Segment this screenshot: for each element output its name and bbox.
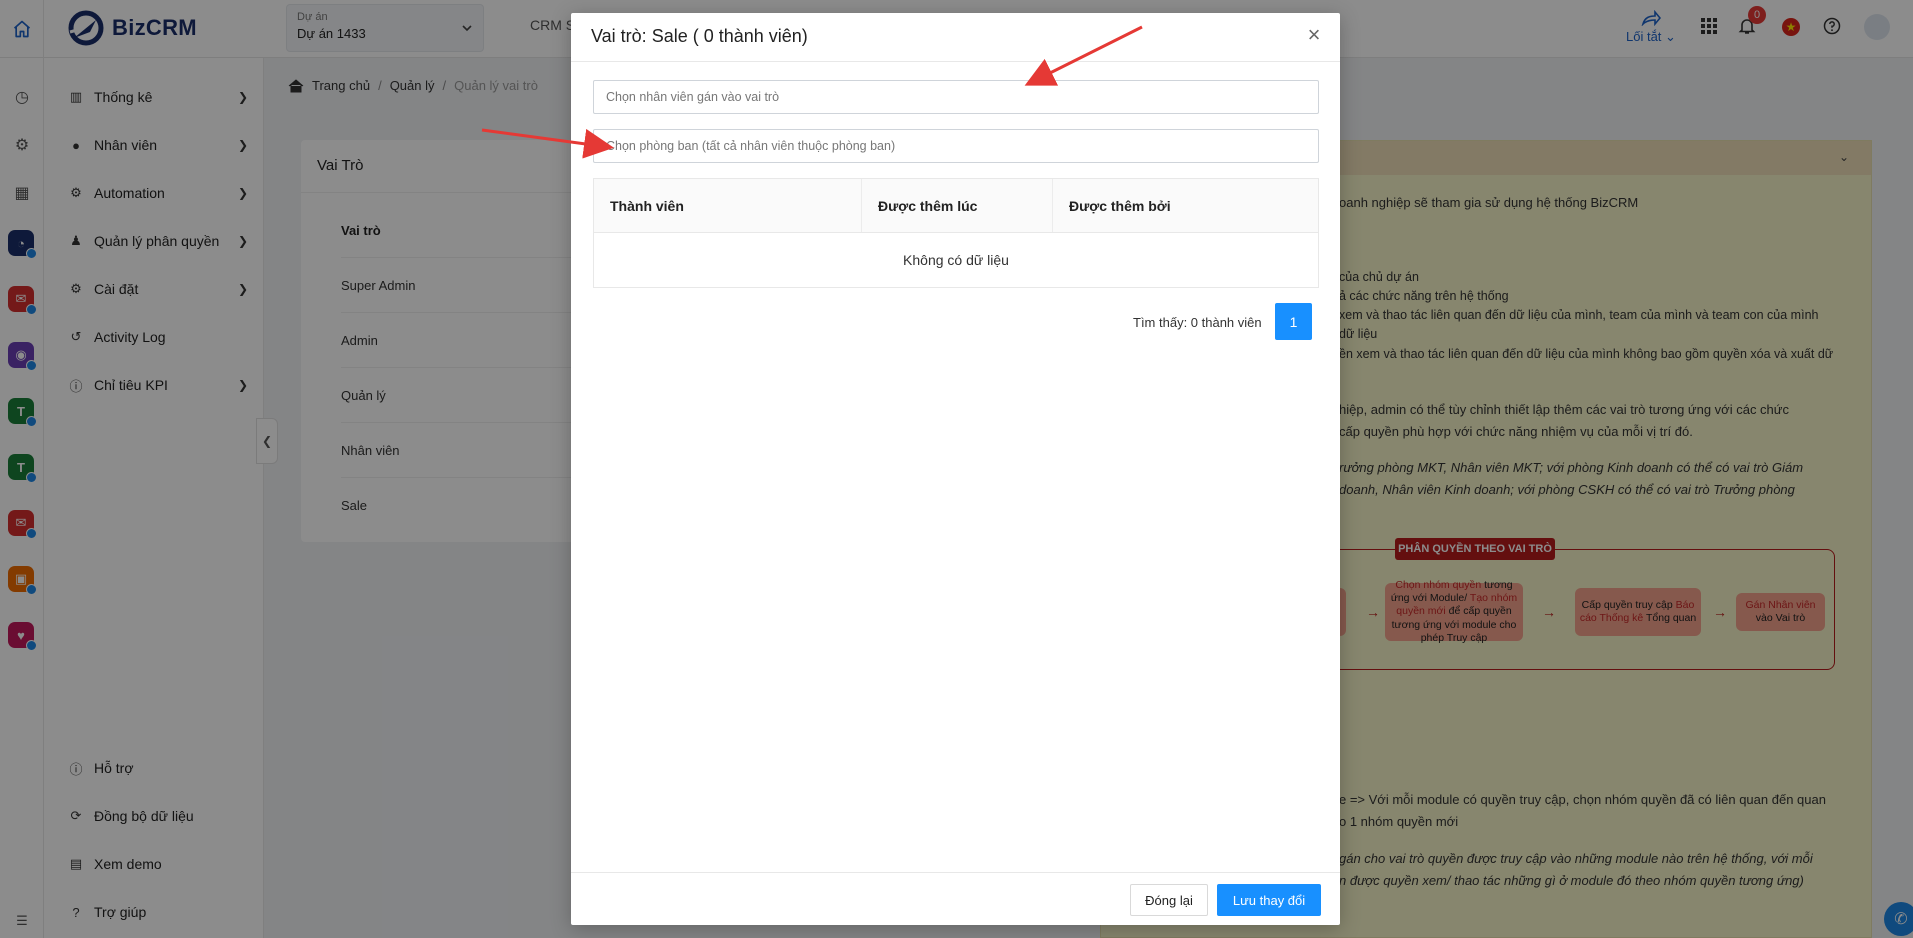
dialog-title: Vai trò: Sale ( 0 thành viên) [591, 26, 808, 46]
dialog-footer: Đóng lại Lưu thay đổi [571, 872, 1340, 925]
column-header-member: Thành viên [594, 179, 862, 232]
column-header-added-at: Được thêm lúc [862, 179, 1053, 232]
result-count: Tìm thấy: 0 thành viên [1133, 315, 1262, 330]
save-button[interactable]: Lưu thay đổi [1217, 884, 1321, 916]
close-icon[interactable]: × [1302, 23, 1326, 47]
pagination-page-1[interactable]: 1 [1275, 303, 1312, 340]
members-table: Thành viên Được thêm lúc Được thêm bởi K… [593, 178, 1319, 288]
role-members-dialog: Vai trò: Sale ( 0 thành viên) × Thành vi… [571, 13, 1340, 925]
empty-state: Không có dữ liệu [903, 252, 1009, 268]
column-header-added-by: Được thêm bởi [1069, 197, 1171, 214]
members-table-header: Thành viên Được thêm lúc Được thêm bởi [594, 179, 1318, 233]
employee-select-input[interactable] [593, 80, 1319, 114]
close-button[interactable]: Đóng lại [1130, 884, 1208, 916]
department-select-input[interactable] [593, 129, 1319, 163]
dialog-header: Vai trò: Sale ( 0 thành viên) × [571, 13, 1340, 62]
